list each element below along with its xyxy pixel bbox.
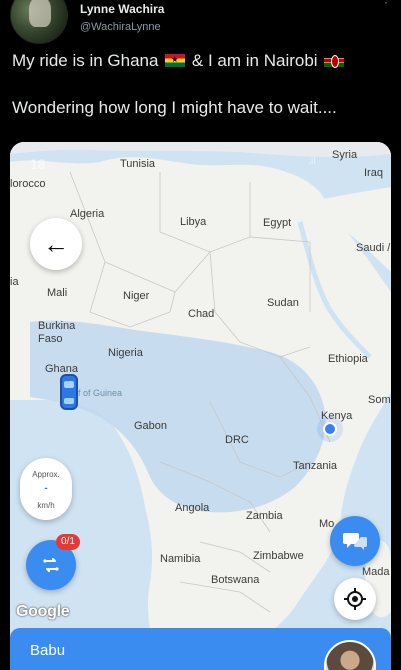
map-label-namibia: Namibia (160, 553, 201, 565)
locate-button[interactable] (334, 578, 376, 620)
tweet-text-part-1: My ride is in Ghana (12, 51, 159, 70)
car-icon (60, 374, 78, 410)
eta-approx-label: Approx. (32, 470, 60, 479)
map-label-somalia: Som (368, 394, 391, 406)
tweet-header: Lynne Wachira @WachiraLynne ⋮ (0, 0, 401, 48)
map-screenshot[interactable]: 18 .ıl Tunisia Syria Iraq lorocco Algeri… (10, 142, 391, 670)
kenya-flag-icon (324, 54, 345, 68)
map-label-angola: Angola (175, 502, 210, 514)
status-bar-time: 18 (30, 156, 46, 172)
map-label-ethiopia: Ethiopia (328, 353, 368, 365)
author-avatar[interactable] (10, 0, 68, 44)
signal-icon: .ıl (308, 156, 316, 167)
locate-icon (344, 588, 366, 610)
route-badge: 0/1 (56, 534, 80, 550)
map-label-syria: Syria (332, 149, 358, 161)
tweet-text-line-1: My ride is in Ghana & I am in Nairobi (12, 51, 346, 71)
map-label-kenya: Kenya (321, 410, 353, 422)
map-label-tanzania: Tanzania (293, 460, 338, 472)
tweet-text-part-2: & I am in Nairobi (191, 51, 318, 70)
user-location-dot (323, 422, 337, 436)
map-label-tunisia: Tunisia (120, 158, 156, 170)
google-logo: Google (16, 603, 70, 620)
map-label-sudan: Sudan (267, 297, 299, 309)
map-label-burkina-faso: Burkina Faso (38, 320, 76, 345)
ghana-flag-icon (165, 54, 186, 67)
route-icon (43, 558, 59, 572)
map-label-chad: Chad (188, 308, 215, 320)
map-label-gulf-of-guinea: f of Guinea (78, 388, 123, 398)
tweet-text-line-2: Wondering how long I might have to wait.… (12, 98, 337, 117)
more-vertical-icon[interactable]: ⋮ (379, 0, 393, 12)
map-label-iraq: Iraq (364, 167, 383, 179)
map-label-mali: Mali (47, 287, 68, 299)
driver-avatar[interactable] (324, 640, 376, 670)
map-label-morocco: lorocco (10, 178, 46, 190)
map-label-nigeria: Nigeria (108, 347, 143, 359)
driver-info-bar[interactable]: Babu (10, 628, 391, 670)
chat-button[interactable] (330, 516, 380, 566)
back-button[interactable]: ← (30, 218, 82, 270)
map-label-egypt: Egypt (263, 217, 292, 229)
chat-icon (343, 533, 367, 550)
map-label-libya: Libya (180, 216, 207, 228)
map-label-saudi: Saudi / (356, 242, 391, 254)
eta-bubble: Approx. - km/h (20, 458, 72, 520)
map-label-drc: DRC (225, 434, 249, 446)
driver-name: Babu (30, 642, 66, 659)
eta-unit: km/h (37, 501, 55, 510)
arrow-left-icon: ← (43, 228, 69, 259)
author-handle[interactable]: @WachiraLynne (80, 21, 161, 33)
map-label-niger: Niger (123, 290, 150, 302)
map-label-ia: ia (10, 276, 19, 288)
map-label-gabon: Gabon (134, 420, 168, 432)
map-label-algeria: Algeria (70, 208, 105, 220)
map-label-madagascar: Mada (362, 566, 390, 578)
map-label-zimbabwe: Zimbabwe (253, 550, 304, 562)
author-name[interactable]: Lynne Wachira (80, 2, 164, 16)
eta-value: - (44, 483, 48, 494)
map-label-zambia: Zambia (246, 510, 283, 522)
map-label-botswana: Botswana (211, 574, 260, 586)
